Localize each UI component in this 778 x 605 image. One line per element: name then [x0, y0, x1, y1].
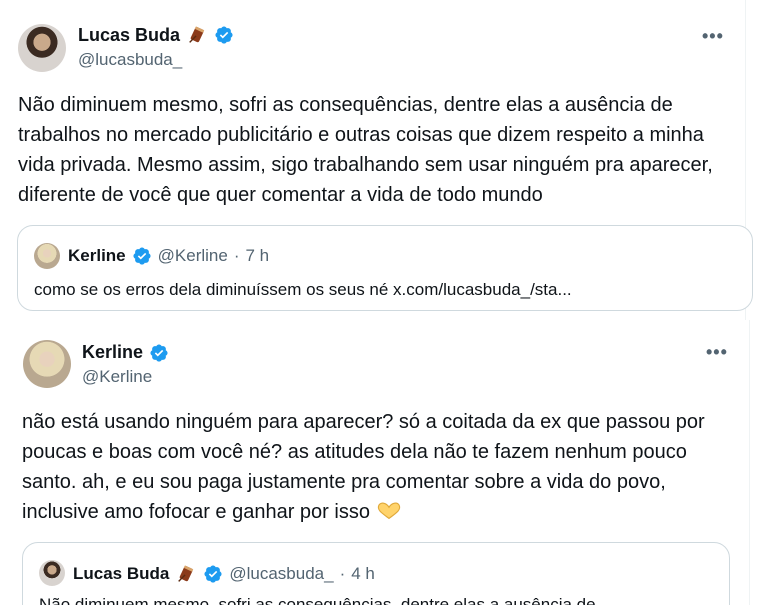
tweet-text-content: não está usando ninguém para aparecer? s…: [22, 411, 705, 523]
verified-badge-icon: [215, 26, 233, 44]
quoted-text: Não diminuem mesmo, sofri as consequênci…: [39, 595, 596, 605]
author-name[interactable]: Kerline: [82, 342, 143, 363]
author-name-row: Kerline: [82, 342, 169, 363]
quoted-avatar: [39, 560, 65, 586]
author-handle[interactable]: @lucasbuda_: [78, 50, 182, 70]
tweet-kerline[interactable]: Kerline @Kerline ••• não está usando nin…: [6, 320, 750, 605]
quoted-timestamp[interactable]: 4 h: [351, 564, 375, 584]
more-options-icon[interactable]: •••: [702, 26, 724, 47]
quoted-tweet[interactable]: Lucas Buda @lucasbuda_ · 4 h Não diminue…: [22, 542, 730, 605]
quoted-timestamp[interactable]: 7 h: [246, 246, 270, 266]
author-name-row: Lucas Buda: [78, 24, 234, 46]
drum-emoji-icon: [189, 26, 205, 43]
more-options-icon[interactable]: •••: [706, 342, 728, 363]
quoted-author-handle: @Kerline: [157, 246, 228, 265]
quoted-author-handle: @lucasbuda_: [229, 564, 334, 583]
heart-hands-emoji-icon: [377, 502, 400, 520]
avatar[interactable]: [23, 340, 71, 388]
verified-badge-icon: [204, 565, 222, 583]
quoted-header: Kerline @Kerline · 7 h: [68, 246, 269, 266]
meta-separator: ·: [233, 246, 240, 265]
quoted-author-name: Kerline: [68, 246, 126, 265]
quoted-avatar: [34, 243, 60, 269]
verified-badge-icon: [150, 343, 168, 362]
author-handle[interactable]: @Kerline: [82, 367, 152, 387]
quoted-header: Lucas Buda @lucasbuda_ · 4 h: [73, 563, 375, 585]
quoted-text: como se os erros dela diminuíssem os seu…: [34, 280, 572, 299]
verified-badge-icon: [133, 247, 151, 265]
quoted-tweet[interactable]: Kerline @Kerline · 7 h como se os erros …: [17, 225, 753, 311]
meta-separator: ·: [339, 564, 346, 583]
author-name[interactable]: Lucas Buda: [78, 25, 180, 46]
drum-emoji-icon: [178, 565, 194, 582]
quoted-author-name: Lucas Buda: [73, 564, 170, 583]
tweet-text: Não diminuem mesmo, sofri as consequênci…: [18, 94, 713, 206]
tweet-text: não está usando ninguém para aparecer? s…: [22, 407, 738, 527]
tweet-lucas[interactable]: Lucas Buda @lucasbuda_ ••• Não diminuem …: [0, 0, 753, 320]
avatar[interactable]: [18, 24, 66, 72]
